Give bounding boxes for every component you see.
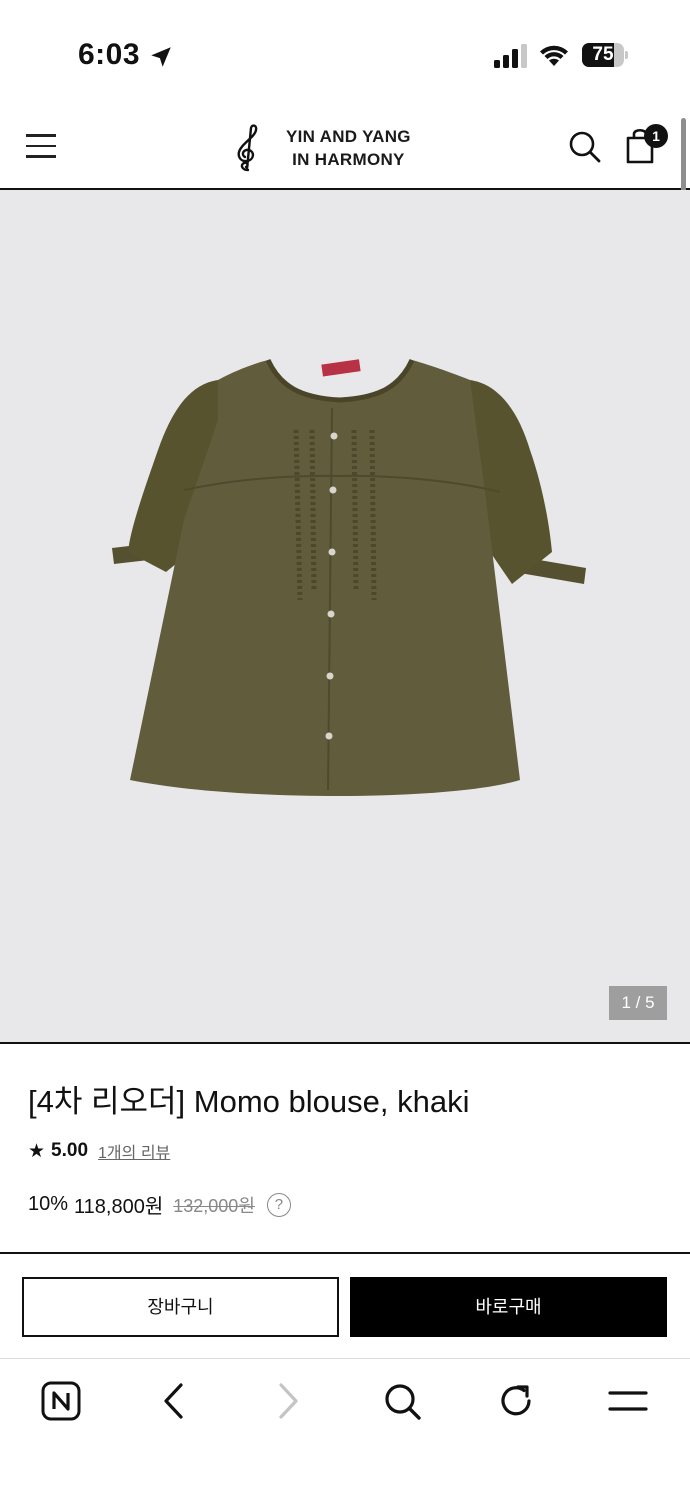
product-image-carousel[interactable]: 1 / 5 [0, 190, 690, 1044]
status-time: 6:03 [78, 38, 141, 71]
cart-button[interactable]: 1 [624, 124, 670, 166]
battery-percent: 75 [592, 44, 614, 65]
rating-row: ★ 5.00 1개의 리뷰 [28, 1139, 170, 1163]
brand-name-line2: IN HARMONY [292, 150, 405, 169]
forward-arrow-icon[interactable] [268, 1381, 308, 1421]
location-arrow-icon [151, 47, 171, 67]
original-price: 132,000원 [173, 1195, 255, 1216]
price-row: 10% 118,800원 132,000원 ? [28, 1190, 291, 1219]
cellular-signal-icon [494, 44, 527, 68]
site-header: YIN AND YANG IN HARMONY 1 [0, 100, 690, 190]
review-count-link[interactable]: 1개의 리뷰 [98, 1139, 170, 1163]
product-title: [4차 리오더] Momo blouse, khaki [28, 1084, 470, 1119]
brand-name-line1: YIN AND YANG [286, 127, 411, 146]
status-bar: 6:03 75 [0, 0, 690, 100]
discount-rate: 10% [28, 1193, 69, 1215]
browser-menu-icon[interactable] [608, 1381, 648, 1421]
brand-logo[interactable]: YIN AND YANG IN HARMONY [228, 124, 411, 172]
browser-search-icon[interactable] [382, 1381, 422, 1421]
star-icon: ★ [28, 1140, 46, 1162]
naver-home-icon[interactable] [41, 1381, 81, 1421]
cart-count-badge: 1 [644, 124, 668, 148]
reload-icon[interactable] [496, 1381, 536, 1421]
image-counter: 1 / 5 [609, 986, 667, 1020]
brand-name: YIN AND YANG IN HARMONY [286, 125, 411, 171]
price-help-icon[interactable]: ? [266, 1192, 291, 1217]
browser-toolbar [0, 1358, 690, 1500]
battery-indicator: 75 [582, 43, 628, 67]
sale-price: 118,800원 [74, 1196, 164, 1218]
add-to-cart-button[interactable]: 장바구니 [22, 1277, 339, 1337]
search-button[interactable] [568, 130, 602, 164]
blouse-photo [112, 358, 586, 796]
rating-value: 5.00 [51, 1140, 89, 1161]
hamburger-menu-button[interactable] [26, 134, 56, 160]
wifi-icon [540, 45, 568, 66]
buy-now-button[interactable]: 바로구매 [350, 1277, 667, 1337]
purchase-action-bar: 장바구니 바로구매 [0, 1252, 690, 1358]
back-arrow-icon[interactable] [154, 1381, 194, 1421]
treble-clef-icon [237, 124, 258, 172]
